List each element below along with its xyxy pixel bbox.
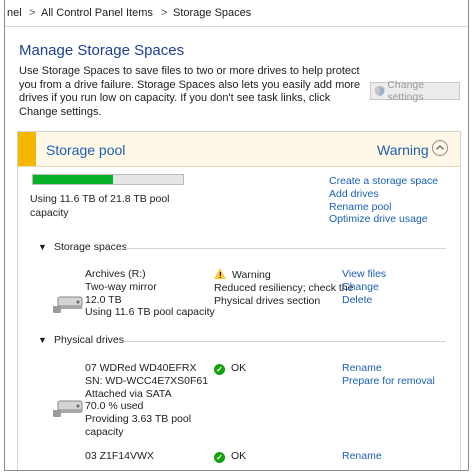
storage-pool-panel: Storage pool Warning Using 11.6 TB of 21… bbox=[17, 131, 461, 470]
physical-drive-icon bbox=[53, 400, 83, 417]
storage-space-resiliency: Two-way mirror bbox=[85, 280, 157, 293]
rename-drive-link[interactable]: Rename bbox=[342, 362, 435, 375]
check-icon: ✓ bbox=[214, 452, 225, 463]
storage-space-status: ! Warning Reduced resiliency; check the P… bbox=[214, 268, 354, 307]
physical-drive-status-text: OK bbox=[231, 450, 247, 462]
physical-drive-name: 07 WDRed WD40EFRX bbox=[85, 362, 197, 374]
breadcrumb-item-storage-spaces[interactable]: Storage Spaces bbox=[173, 7, 251, 19]
physical-drive-status: ✓ OK bbox=[214, 450, 246, 463]
breadcrumb-separator-icon: > bbox=[161, 7, 168, 19]
storage-pool-status: Warning bbox=[377, 142, 429, 158]
chevron-up-icon bbox=[436, 145, 444, 150]
collapse-button[interactable] bbox=[432, 140, 448, 156]
change-settings-label: Change settings bbox=[387, 79, 425, 103]
section-divider bbox=[124, 248, 446, 249]
physical-drive-actions: Rename bbox=[342, 450, 382, 463]
storage-space-drive-icon bbox=[53, 296, 83, 313]
page-title: Manage Storage Spaces bbox=[19, 42, 185, 59]
section-divider bbox=[124, 341, 446, 342]
rename-pool-link[interactable]: Rename pool bbox=[329, 201, 438, 214]
pool-usage-progress-bar bbox=[32, 174, 184, 185]
rename-drive-link[interactable]: Rename bbox=[342, 450, 382, 463]
shield-icon bbox=[374, 85, 385, 97]
physical-drives-section-header[interactable]: ▼ Physical drives bbox=[38, 334, 124, 346]
prepare-for-removal-link[interactable]: Prepare for removal bbox=[342, 375, 435, 388]
storage-space-status-detail: Reduced resiliency; check the bbox=[214, 281, 354, 294]
pool-task-links: Create a storage space Add drives Rename… bbox=[329, 175, 438, 226]
warning-icon: ! bbox=[214, 268, 226, 280]
chevron-down-icon: ▼ bbox=[38, 242, 47, 252]
view-files-link[interactable]: View files bbox=[342, 268, 386, 281]
storage-spaces-heading: Storage spaces bbox=[54, 241, 127, 253]
create-storage-space-link[interactable]: Create a storage space bbox=[329, 175, 438, 188]
physical-drive-serial: SN: WD-WCC4E7XS0F61 bbox=[85, 374, 209, 387]
physical-drive-used: 70.0 % used bbox=[85, 400, 144, 413]
page-description: Use Storage Spaces to save files to two … bbox=[19, 65, 361, 118]
physical-drive-status-text: OK bbox=[231, 362, 247, 374]
chevron-down-icon: ▼ bbox=[38, 335, 47, 345]
storage-space-size: 12.0 TB bbox=[85, 293, 122, 306]
physical-drive-name: 03 Z1F14VWX bbox=[85, 450, 154, 462]
optimize-drive-usage-link[interactable]: Optimize drive usage bbox=[329, 213, 438, 226]
change-link[interactable]: Change bbox=[342, 281, 386, 294]
delete-link[interactable]: Delete bbox=[342, 294, 386, 307]
physical-drive-details[interactable]: 07 WDRed WD40EFRX SN: WD-WCC4E7XS0F61 At… bbox=[85, 362, 208, 439]
physical-drive-connection: Attached via SATA bbox=[85, 387, 172, 400]
storage-space-status-detail: Physical drives section bbox=[214, 294, 321, 307]
physical-drive-actions: Rename Prepare for removal bbox=[342, 362, 435, 388]
physical-drive-capacity: capacity bbox=[85, 425, 124, 438]
physical-drive-capacity: Providing 3.63 TB pool bbox=[85, 413, 192, 426]
add-drives-link[interactable]: Add drives bbox=[329, 188, 438, 201]
storage-spaces-section-header[interactable]: ▼ Storage spaces bbox=[38, 241, 127, 253]
storage-space-usage: Using 11.6 TB pool capacity bbox=[85, 306, 215, 319]
storage-pool-title: Storage pool bbox=[46, 142, 126, 158]
physical-drive-status: ✓ OK bbox=[214, 362, 246, 375]
pool-usage-progress-fill bbox=[33, 175, 113, 184]
storage-pool-header[interactable]: Storage pool Warning bbox=[18, 132, 460, 167]
warning-accent-bar bbox=[18, 132, 36, 166]
pool-usage-text: Using 11.6 TB of 21.8 TB pool capacity bbox=[30, 193, 170, 219]
breadcrumb: nel > All Control Panel Items > Storage … bbox=[5, 0, 468, 27]
check-icon: ✓ bbox=[214, 364, 225, 375]
change-settings-button[interactable]: Change settings bbox=[370, 79, 460, 103]
physical-drive-details[interactable]: 03 Z1F14VWX bbox=[85, 450, 154, 463]
physical-drives-heading: Physical drives bbox=[54, 334, 125, 346]
breadcrumb-item-all-control-panel-items[interactable]: All Control Panel Items bbox=[41, 7, 153, 19]
breadcrumb-separator-icon: > bbox=[29, 7, 36, 19]
storage-space-details[interactable]: Archives (R:) Two-way mirror 12.0 TB Usi… bbox=[85, 268, 215, 319]
storage-space-name: Archives (R:) bbox=[85, 268, 146, 280]
storage-space-actions: View files Change Delete bbox=[342, 268, 386, 306]
breadcrumb-leading: nel bbox=[7, 7, 22, 19]
storage-space-status-text: Warning bbox=[232, 269, 271, 281]
control-panel-window: nel > All Control Panel Items > Storage … bbox=[4, 0, 469, 471]
